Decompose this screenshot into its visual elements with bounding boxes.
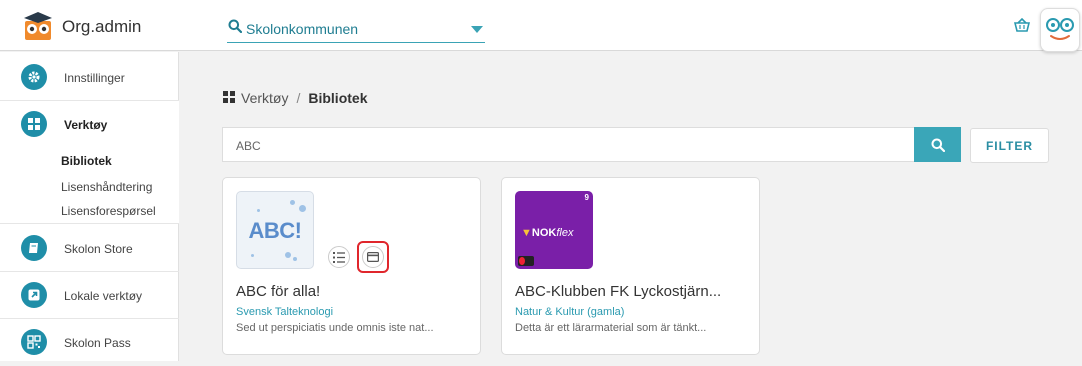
breadcrumb-separator: / — [296, 90, 301, 106]
gear-icon — [21, 64, 47, 90]
sidebar-item-label: Skolon Pass — [64, 336, 131, 350]
library-search-input[interactable]: ABC — [222, 127, 915, 162]
breadcrumb: Verktøy / Bibliotek — [223, 90, 367, 106]
grid-icon — [21, 111, 47, 137]
list-icon — [333, 251, 345, 263]
search-icon — [228, 19, 243, 38]
sidebar-item-label: Skolon Store — [64, 242, 133, 256]
thumbnail-brand-text: NOK — [531, 227, 557, 239]
chevron-down-icon — [471, 26, 483, 33]
tool-thumbnail: ABC! — [236, 191, 314, 269]
search-button[interactable] — [914, 127, 961, 162]
sidebar-subitem-license-requests[interactable]: Lisensforespørsel — [61, 204, 156, 218]
tool-thumbnail: 9 ▼NOKflex — [515, 191, 593, 269]
breadcrumb-parent[interactable]: Verktøy — [241, 90, 288, 106]
tool-description: Detta är ett lärarmaterial som är tänkt.… — [515, 322, 707, 334]
list-details-button[interactable] — [328, 246, 350, 268]
sidebar: Innstillinger Verktøy Bibliotek Lisenshå… — [0, 52, 179, 361]
external-link-icon — [21, 282, 47, 308]
tool-title: ABC-Klubben FK Lyckostjärn... — [515, 283, 722, 300]
grid-icon — [223, 90, 235, 106]
qr-icon — [21, 329, 47, 355]
tool-description: Sed ut perspiciatis unde omnis iste nat.… — [236, 322, 434, 334]
sidebar-subitem-library[interactable]: Bibliotek — [61, 154, 112, 168]
shield-icon: ▼ — [521, 227, 532, 239]
search-icon — [931, 138, 945, 152]
tool-title: ABC för alla! — [236, 283, 321, 300]
tool-publisher[interactable]: Natur & Kultur (gamla) — [515, 306, 624, 318]
tool-card[interactable]: 9 ▼NOKflex ABC-Klubben FK Lyckostjärn...… — [501, 177, 760, 355]
filter-button[interactable]: FILTER — [970, 128, 1049, 163]
basket-icon[interactable] — [1013, 17, 1031, 37]
tool-publisher[interactable]: Svensk Talteknologi — [236, 306, 333, 318]
sidebar-subitem-license-management[interactable]: Lisenshåndtering — [61, 180, 152, 194]
book-icon — [21, 235, 47, 261]
top-bar: Org.admin Skolonkommunen — [0, 0, 1082, 52]
breadcrumb-current: Bibliotek — [308, 90, 368, 106]
organization-select-value: Skolonkommunen — [246, 21, 359, 37]
sidebar-item-local-tools[interactable]: Lokale verktøy — [0, 272, 179, 319]
sidebar-item-skolon-pass[interactable]: Skolon Pass — [0, 319, 179, 366]
organization-select[interactable]: Skolonkommunen — [227, 15, 485, 43]
sidebar-item-settings[interactable]: Innstillinger — [0, 54, 179, 101]
sidebar-item-skolon-store[interactable]: Skolon Store — [0, 225, 179, 272]
owl-logo-icon[interactable] — [22, 12, 56, 40]
sidebar-item-label: Verktøy — [64, 118, 108, 132]
grade-badge: 9 — [584, 193, 589, 202]
thumbnail-text: ABC! — [248, 218, 303, 243]
user-menu-button[interactable] — [1040, 8, 1080, 52]
thumbnail-brand-suffix: flex — [556, 227, 574, 239]
publisher-logo-icon — [518, 256, 534, 266]
sidebar-item-tools[interactable]: Verktøy Bibliotek Lisenshåndtering Lisen… — [0, 101, 179, 224]
sidebar-item-label: Lokale verktøy — [64, 289, 143, 303]
user-avatar-icon — [1046, 18, 1074, 40]
thumbnail-brand: ▼NOKflex — [521, 227, 573, 239]
tool-card[interactable]: ABC! ABC för alla! Svensk Talteknologi S… — [222, 177, 481, 355]
app-title: Org.admin — [62, 17, 142, 36]
search-query-text: ABC — [236, 139, 261, 153]
highlight-outline — [357, 241, 389, 273]
sidebar-item-label: Innstillinger — [64, 71, 125, 85]
